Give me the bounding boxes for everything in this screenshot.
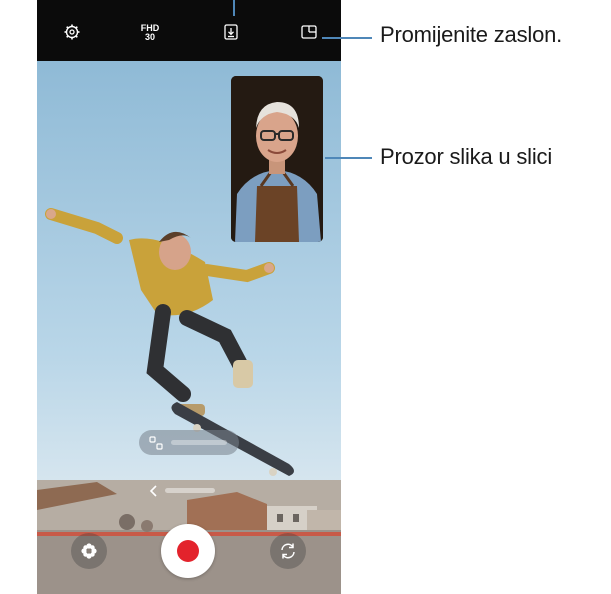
save-icon-callout-line: [233, 0, 235, 16]
effects-button[interactable]: [71, 533, 107, 569]
camera-screen: FHD 30: [37, 0, 341, 594]
pip-toggle-chip[interactable]: [139, 430, 239, 455]
change-screen-callout: Promijenite zaslon.: [380, 22, 563, 47]
video-quality-button[interactable]: FHD 30: [137, 24, 163, 42]
record-button[interactable]: [161, 524, 215, 578]
pip-swap-icon: [149, 436, 163, 450]
quality-fps: 30: [144, 32, 155, 42]
mode-blurred-label: [165, 488, 215, 493]
camera-modes-row: [37, 482, 341, 500]
chip-blurred-label: [171, 440, 227, 445]
record-dot: [177, 540, 199, 562]
pip-callout-line: [325, 157, 372, 159]
save-download-icon[interactable]: [221, 22, 241, 42]
screen-layout-icon[interactable]: [299, 22, 319, 42]
switch-camera-icon: [281, 543, 295, 559]
gear-icon[interactable]: [62, 22, 82, 42]
change-screen-callout-line: [322, 37, 372, 39]
switch-camera-button[interactable]: [270, 533, 306, 569]
camera-top-bar: FHD 30: [37, 0, 341, 61]
pip-window-callout: Prozor slika u slici: [380, 144, 553, 169]
chevron-left-icon[interactable]: [149, 485, 159, 497]
flower-effects-icon: [81, 543, 97, 559]
